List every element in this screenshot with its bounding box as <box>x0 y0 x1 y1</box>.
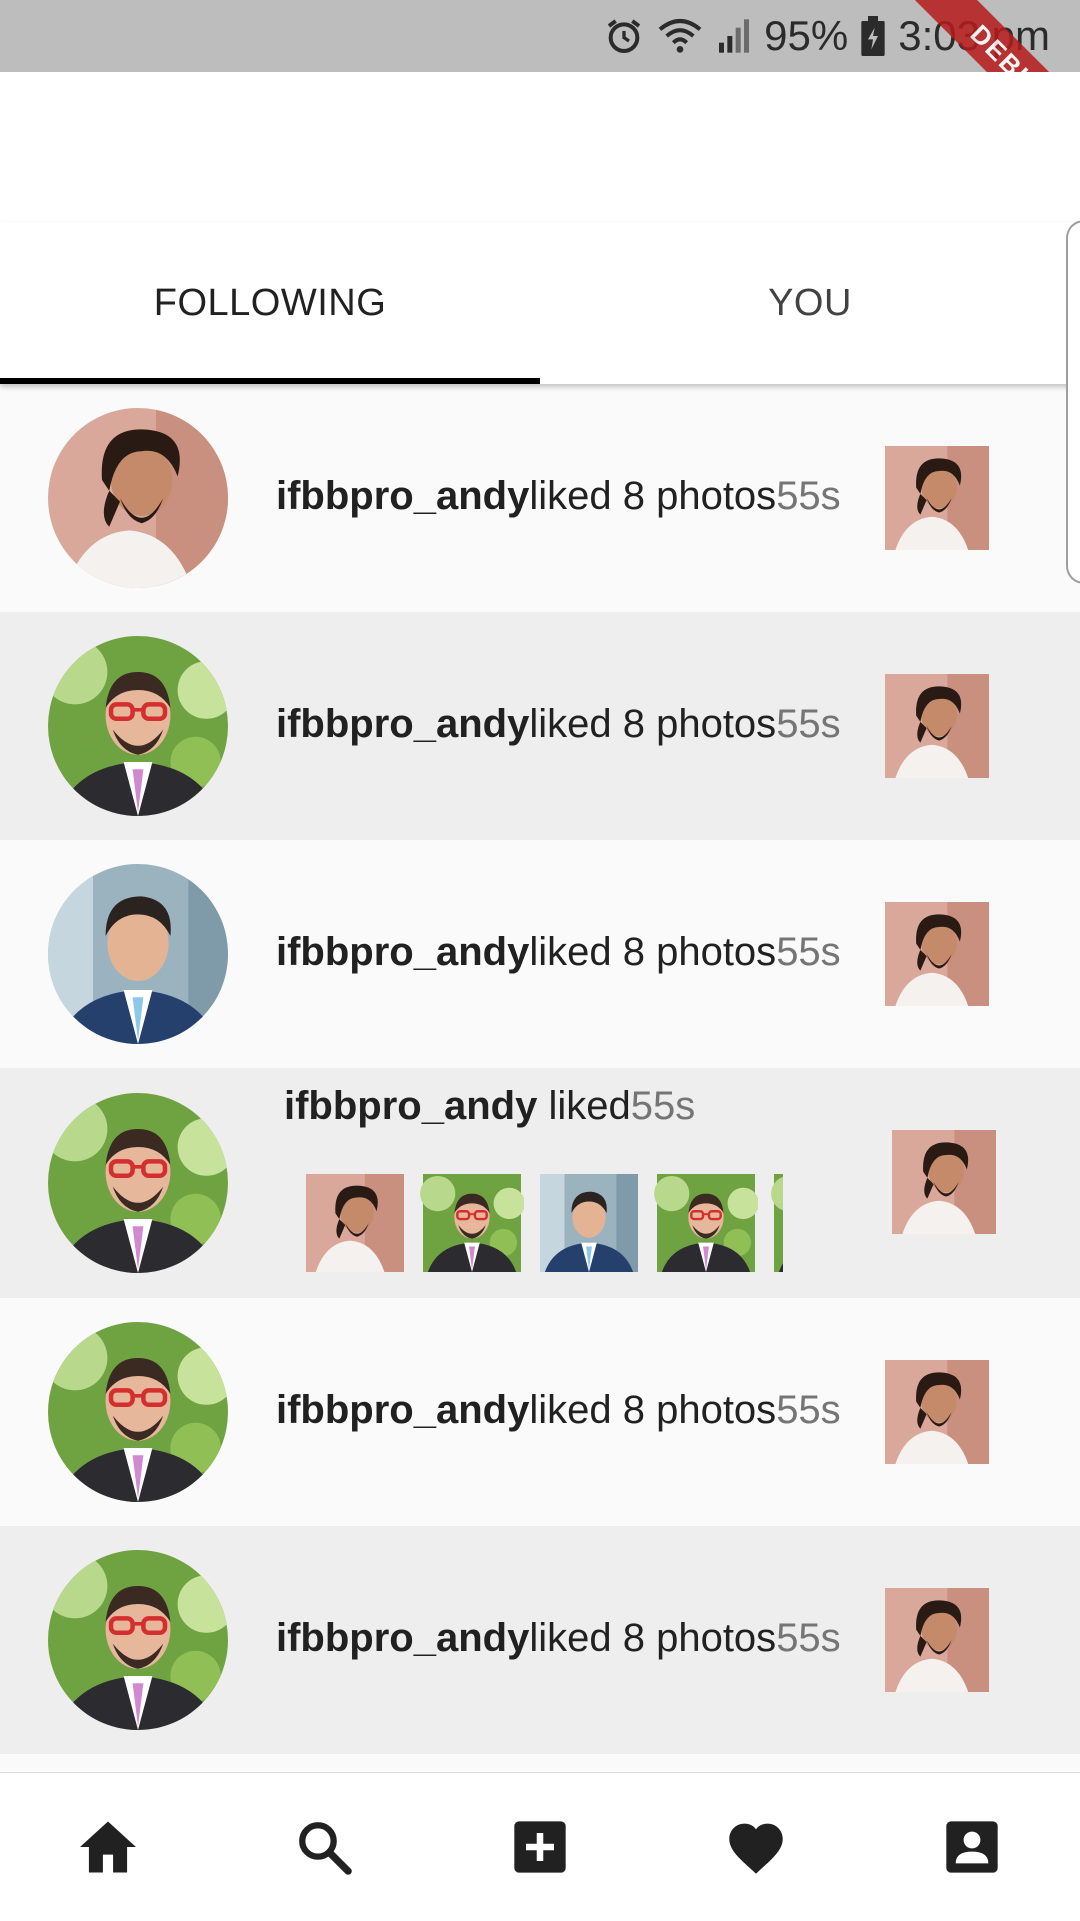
avatar[interactable] <box>48 1093 228 1273</box>
app-bar <box>0 72 1080 222</box>
nav-activity[interactable] <box>648 1773 864 1921</box>
wifi-icon <box>656 16 704 56</box>
activity-time: 55s <box>630 1084 696 1128</box>
nav-profile[interactable] <box>864 1773 1080 1921</box>
username[interactable]: ifbbpro_andy <box>276 930 529 974</box>
liked-photo[interactable] <box>537 1174 641 1272</box>
liked-photo[interactable] <box>303 1174 407 1272</box>
nav-add[interactable] <box>432 1773 648 1921</box>
liked-photo-partial[interactable] <box>771 1174 783 1272</box>
tab-indicator <box>0 378 540 384</box>
liked-photo[interactable] <box>654 1174 758 1272</box>
add-box-icon[interactable] <box>512 1819 568 1875</box>
liked-photo[interactable] <box>420 1174 524 1272</box>
avatar[interactable] <box>48 1322 228 1502</box>
account-box-icon[interactable] <box>944 1819 1000 1875</box>
activity-action: liked 8 photos <box>529 474 777 518</box>
activity-time: 55s <box>776 474 841 518</box>
activity-action: liked 8 photos <box>529 702 777 746</box>
activity-row[interactable]: ifbbpro_andyliked 8 photos55s <box>0 1526 1080 1754</box>
avatar[interactable] <box>48 408 228 588</box>
activity-text: ifbbpro_andyliked 8 photos55s <box>276 1616 841 1661</box>
home-icon[interactable] <box>77 1819 139 1875</box>
activity-action: liked 8 photos <box>529 930 777 974</box>
activity-time: 55s <box>776 1388 841 1432</box>
avatar[interactable] <box>48 1550 228 1730</box>
username[interactable]: ifbbpro_andy <box>276 702 529 746</box>
post-thumbnail[interactable] <box>885 1360 989 1464</box>
signal-icon <box>716 16 752 56</box>
activity-row[interactable]: ifbbpro_andyliked 8 photos55s <box>0 1298 1080 1526</box>
activity-row[interactable]: ifbbpro_andyliked 8 photos55s <box>0 840 1080 1068</box>
bottom-nav <box>0 1772 1080 1921</box>
activity-row-expanded[interactable]: ifbbpro_andy liked55s <box>0 1068 1080 1298</box>
tab-you[interactable]: YOU <box>540 222 1080 384</box>
avatar[interactable] <box>48 636 228 816</box>
heart-icon[interactable] <box>725 1819 787 1875</box>
activity-row[interactable]: ifbbpro_andyliked 8 photos55s <box>0 384 1080 612</box>
username[interactable]: ifbbpro_andy <box>284 1084 537 1128</box>
post-thumbnail[interactable] <box>885 674 989 778</box>
battery-percent: 95% <box>764 12 849 59</box>
search-icon[interactable] <box>295 1818 353 1876</box>
activity-text: ifbbpro_andy liked55s <box>284 1084 695 1129</box>
post-thumbnail[interactable] <box>885 902 989 1006</box>
nav-search[interactable] <box>216 1773 432 1921</box>
username[interactable]: ifbbpro_andy <box>276 1616 529 1660</box>
activity-row[interactable]: ifbbpro_andyliked 8 photos55s <box>0 612 1080 840</box>
tab-bar: FOLLOWING YOU <box>0 222 1080 384</box>
activity-action: liked 8 photos <box>529 1616 777 1660</box>
username[interactable]: ifbbpro_andy <box>276 1388 529 1432</box>
activity-time: 55s <box>776 702 841 746</box>
post-thumbnail[interactable] <box>885 1588 989 1692</box>
activity-time: 55s <box>776 930 841 974</box>
activity-text: ifbbpro_andyliked 8 photos55s <box>276 702 841 747</box>
activity-text: ifbbpro_andyliked 8 photos55s <box>276 1388 841 1433</box>
alarm-icon <box>604 16 644 56</box>
activity-text: ifbbpro_andyliked 8 photos55s <box>276 474 841 519</box>
activity-action: liked 8 photos <box>529 1388 777 1432</box>
nav-home[interactable] <box>0 1773 216 1921</box>
activity-time: 55s <box>776 1616 841 1660</box>
post-thumbnail[interactable] <box>892 1130 996 1234</box>
tab-following[interactable]: FOLLOWING <box>0 222 540 384</box>
avatar[interactable] <box>48 864 228 1044</box>
activity-text: ifbbpro_andyliked 8 photos55s <box>276 930 841 975</box>
username[interactable]: ifbbpro_andy <box>276 474 529 518</box>
activity-action: liked <box>548 1084 631 1128</box>
battery-icon <box>860 16 886 56</box>
status-bar: 95% 3:03 pm DEBUG <box>0 0 1080 174</box>
scroll-handle[interactable] <box>1066 220 1080 584</box>
post-thumbnail[interactable] <box>885 446 989 550</box>
